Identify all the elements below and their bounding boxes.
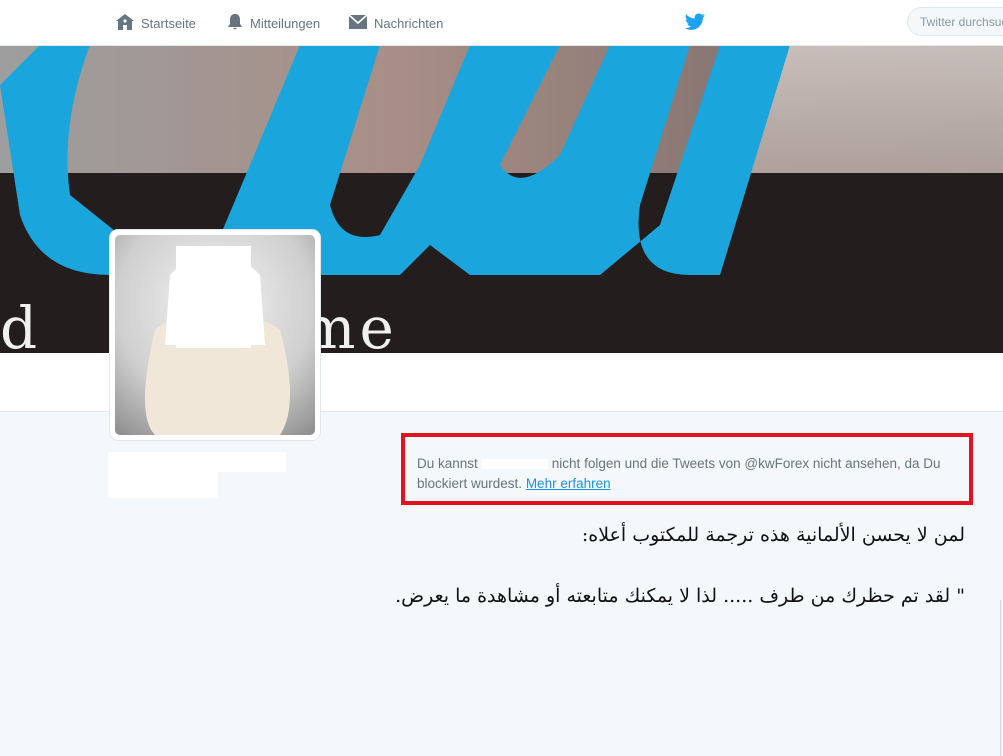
blocked-notice-text: Du kannst nicht folgen und die Tweets von… [417, 454, 969, 494]
nav-messages-label: Nachrichten [374, 15, 444, 31]
annotation-line-1: لمن لا يحسن الألمانية هذه ترجمة للمكتوب … [581, 524, 965, 546]
home-icon [115, 13, 141, 34]
annotation-line-2: " لقد تم حظرك من طرف ..... لذا لا يمكنك … [395, 585, 965, 607]
nav-home-label: Startseite [141, 15, 196, 31]
nav-notifications[interactable]: Mitteilungen [226, 12, 320, 34]
username-redaction [481, 459, 548, 470]
blocked-notice-box: Du kannst nicht folgen und die Tweets von… [401, 433, 973, 505]
nav-home[interactable]: Startseite [115, 12, 196, 34]
name-redaction [108, 452, 288, 500]
search-input[interactable] [907, 7, 1003, 36]
bell-icon [226, 13, 250, 34]
notice-text-before: Du kannst [417, 456, 478, 471]
envelope-icon [348, 13, 374, 34]
nav-messages[interactable]: Nachrichten [348, 12, 443, 34]
learn-more-link[interactable]: Mehr erfahren [526, 476, 611, 491]
top-navigation-bar: Startseite Mitteilungen Nachrichten [0, 0, 1003, 46]
face-redaction [176, 246, 251, 348]
twitter-bird-icon[interactable] [684, 13, 706, 37]
scrollbar-edge [1000, 600, 1001, 756]
nav-notifications-label: Mitteilungen [250, 15, 321, 31]
